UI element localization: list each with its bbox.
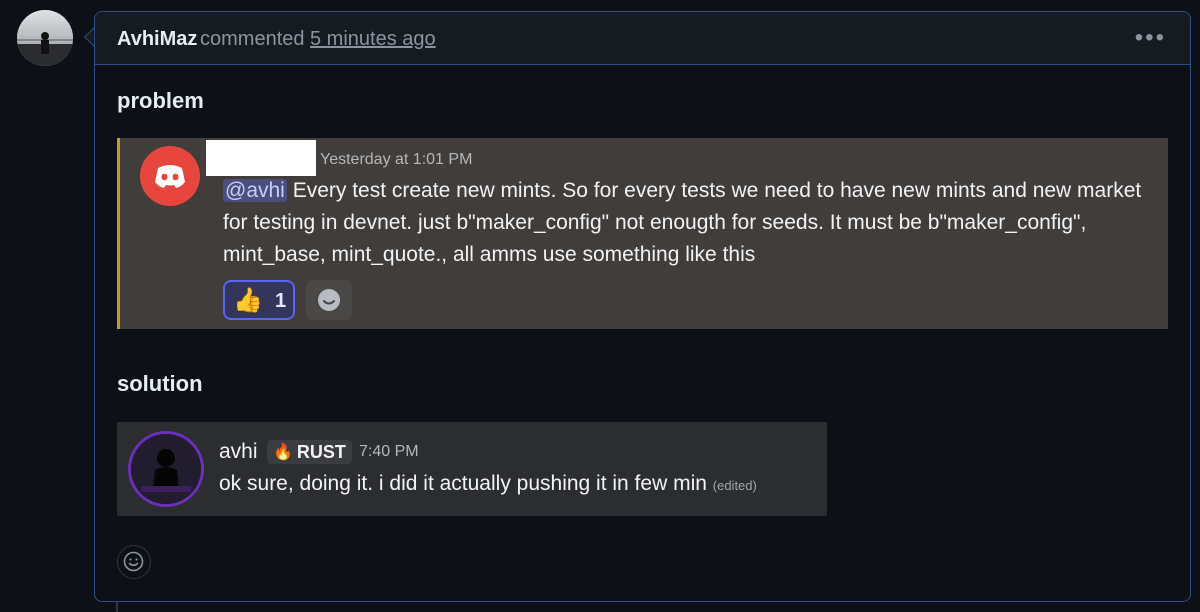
commenter-avatar[interactable]	[17, 10, 73, 66]
redacted-username	[206, 140, 316, 176]
smiley-outline-icon	[123, 551, 144, 572]
quote-timestamp: Yesterday at 1:01 PM	[320, 151, 473, 168]
user-mention[interactable]: @avhi	[223, 179, 287, 202]
smiley-icon	[318, 289, 340, 311]
thumbs-up-icon: 👍	[233, 287, 263, 314]
comment-action: commented	[200, 28, 305, 50]
edited-label: (edited)	[712, 478, 757, 493]
rust-badge-label: RUST	[296, 441, 346, 462]
discord-logo-icon	[140, 146, 200, 206]
quote-message-text: Every test create new mints. So for ever…	[223, 179, 1142, 266]
reply-user-avatar[interactable]	[131, 434, 201, 504]
comment-time-link[interactable]: 5 minutes ago	[310, 28, 436, 51]
comment-box: AvhiMaz commented 5 minutes ago ••• prob…	[94, 11, 1191, 602]
fire-icon: 🔥	[273, 444, 293, 461]
comment-header: AvhiMaz commented 5 minutes ago •••	[95, 12, 1190, 65]
add-reaction-button[interactable]	[306, 280, 352, 320]
discord-quote-card: Yesterday at 1:01 PM @avhi Every test cr…	[117, 138, 1168, 329]
reply-timestamp: 7:40 PM	[359, 443, 419, 460]
reply-username[interactable]: avhi	[219, 440, 258, 464]
reaction-count: 1	[275, 290, 287, 312]
reply-message: ok sure, doing it. i did it actually pus…	[219, 472, 757, 496]
thumbs-up-reaction[interactable]: 👍 1	[223, 280, 295, 320]
add-emoji-reaction-button[interactable]	[117, 545, 151, 579]
discord-reply-card: avhi 🔥 RUST 7:40 PM ok sure, doing it. i…	[117, 422, 827, 516]
more-horizontal-icon[interactable]: •••	[1135, 24, 1166, 52]
timeline-line	[116, 602, 118, 612]
quote-message: @avhi Every test create new mints. So fo…	[223, 175, 1143, 271]
comment-author[interactable]: AvhiMaz	[117, 28, 197, 51]
reply-message-text: ok sure, doing it. i did it actually pus…	[219, 472, 707, 495]
rust-role-badge: 🔥 RUST	[267, 440, 352, 464]
solution-heading: solution	[117, 371, 203, 396]
problem-heading: problem	[117, 88, 204, 113]
